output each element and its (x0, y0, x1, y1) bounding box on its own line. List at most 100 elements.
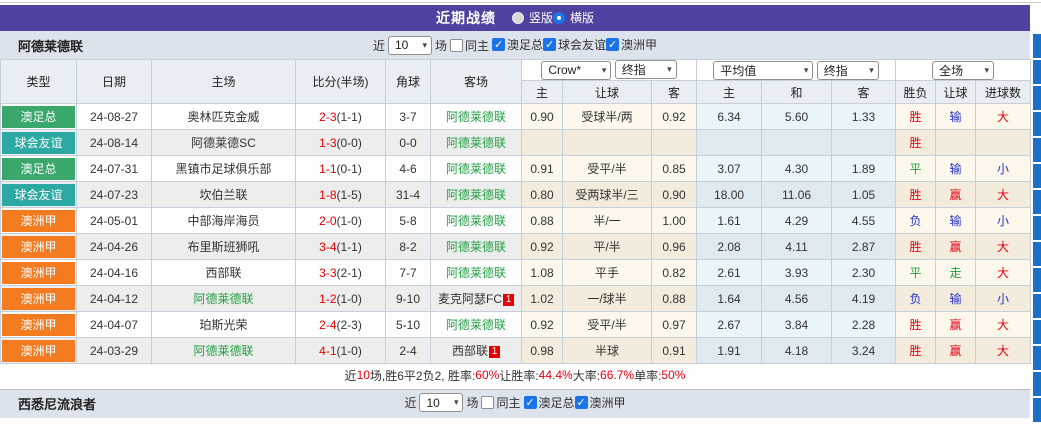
bookmaker-index-select[interactable]: 终指 ▾ (614, 60, 677, 80)
summary-part: 单率: (634, 368, 662, 383)
filter-checkbox-球会友谊[interactable]: 球会友谊 (543, 36, 606, 53)
filter-label: 澳洲甲 (621, 38, 658, 52)
average-select[interactable]: 平均值 ▾ (713, 60, 814, 80)
match-count-select[interactable]: 10 ▾ (387, 35, 432, 55)
col-header-home: 主场 (151, 59, 296, 104)
adjacent-table-cell (1033, 372, 1041, 396)
league-cell: 澳足总 (0, 103, 77, 130)
avg-home-cell: 1.64 (696, 285, 763, 312)
col-header-avg-home: 主 (696, 80, 763, 104)
goals-text: 小 (997, 162, 1010, 176)
radio-icon (553, 11, 565, 24)
handicap-result-text: 输 (949, 110, 962, 124)
league-tag: 澳洲甲 (2, 235, 75, 258)
home-team-cell[interactable]: 阿德莱德SC (151, 129, 296, 156)
result-text: 胜 (909, 318, 922, 332)
corner-cell: 31-4 (385, 181, 431, 208)
league-tag: 澳足总 (2, 105, 75, 128)
handicap-result-cell (935, 129, 977, 156)
handicap-result-cell: 赢 (935, 311, 977, 338)
adjacent-table-cell (1033, 138, 1041, 162)
league-cell: 澳洲甲 (0, 337, 77, 364)
home-team-cell[interactable]: 布里斯班狮吼 (151, 233, 296, 260)
goals-text: 大 (997, 188, 1010, 202)
fulltime-score: 2-3 (319, 109, 337, 124)
score-cell: 1-2(1-0) (295, 285, 386, 312)
home-team-name: 坎伯兰联 (199, 188, 248, 202)
col-header-handicap-result: 让球 (935, 80, 977, 104)
halftime-score: (1-5) (336, 187, 362, 202)
home-team-cell[interactable]: 奥林匹克金威 (151, 103, 296, 130)
filter-label: 澳足总 (538, 395, 575, 410)
home-team-cell[interactable]: 西部联 (151, 259, 296, 286)
layout-radio-竖版[interactable]: 竖版 (511, 9, 553, 26)
away-team-cell[interactable]: 西部联 1 (430, 337, 522, 364)
home-team-name: 布里斯班狮吼 (187, 240, 260, 254)
away-team-cell[interactable]: 阿德莱德联 (430, 129, 522, 156)
avg-home-cell: 1.61 (696, 207, 763, 234)
handicap-cell: 半/一 (562, 207, 652, 234)
fulltime-score: 3-4 (319, 239, 337, 254)
handicap-result-cell: 赢 (935, 233, 977, 260)
adjacent-table-cell (1033, 60, 1041, 84)
away-team-name: 西部联 (451, 344, 488, 358)
col-header-handicap: 让球 (562, 80, 652, 104)
away-team-cell[interactable]: 阿德莱德联 (430, 311, 522, 338)
result-text: 胜 (909, 344, 922, 358)
field-label: 场 (434, 38, 447, 53)
summary-part: 近 (344, 368, 357, 383)
avg-draw-cell: 11.06 (761, 181, 833, 208)
adjacent-table-cell (1033, 190, 1041, 214)
away-team-cell[interactable]: 阿德莱德联 (430, 233, 522, 260)
bookmaker-select[interactable]: Crow* ▾ (541, 60, 612, 80)
fulltime-score: 2-0 (319, 213, 337, 228)
filter-checkbox-澳洲甲[interactable]: 澳洲甲 (606, 36, 657, 53)
away-team-cell[interactable]: 麦克阿瑟FC 1 (430, 285, 522, 312)
avg-away-cell: 2.87 (831, 233, 897, 260)
same-home-checkbox[interactable]: 同主 (449, 37, 489, 54)
home-team-cell[interactable]: 中部海岸海员 (151, 207, 296, 234)
corner-cell: 4-6 (385, 155, 431, 182)
home-team-cell[interactable]: 阿德莱德联 (151, 285, 296, 312)
adjacent-table-cell (1033, 346, 1041, 370)
average-index-select[interactable]: 终指 ▾ (816, 60, 879, 80)
scope-select[interactable]: 全场 ▾ (932, 60, 995, 80)
league-cell: 澳洲甲 (0, 233, 77, 260)
odds-away-cell: 0.88 (650, 285, 698, 312)
handicap-result-cell: 走 (935, 259, 977, 286)
chevron-down-icon: ▾ (601, 64, 607, 75)
next-match-count-select[interactable]: 10 ▾ (419, 393, 464, 412)
result-cell: 平 (895, 155, 937, 182)
avg-home-cell: 2.67 (696, 311, 763, 338)
near-label: 近 (372, 38, 385, 53)
filter-checkbox-澳足总[interactable]: 澳足总 (523, 394, 575, 411)
filter-label: 球会友谊 (558, 38, 607, 52)
corner-cell: 5-8 (385, 207, 431, 234)
odds-away-cell (650, 129, 698, 156)
layout-radio-横版[interactable]: 横版 (553, 9, 594, 26)
next-same-home-checkbox[interactable]: 同主 (481, 394, 521, 411)
radio-label: 横版 (570, 11, 595, 26)
away-team-cell[interactable]: 阿德莱德联 (430, 155, 522, 182)
goals-cell: 大 (975, 103, 1032, 130)
home-team-cell[interactable]: 珀斯光荣 (151, 311, 296, 338)
avg-away-cell: 3.24 (831, 337, 897, 364)
goals-text: 小 (997, 214, 1010, 228)
table-body: 澳足总 24-08-27 奥林匹克金威 2-3(1-1) 3-7 阿德莱德联 0.90 受球半… (0, 103, 1032, 364)
filter-checkbox-澳洲甲[interactable]: 澳洲甲 (574, 394, 626, 411)
filter-checkbox-澳足总[interactable]: 澳足总 (492, 36, 543, 53)
goals-cell: 大 (975, 181, 1032, 208)
away-team-cell[interactable]: 阿德莱德联 (430, 207, 522, 234)
adjacent-table-cell (1033, 86, 1041, 110)
away-team-cell[interactable]: 阿德莱德联 (430, 259, 522, 286)
league-tag: 澳洲甲 (2, 261, 75, 284)
away-team-cell[interactable]: 阿德莱德联 (430, 181, 522, 208)
home-team-cell[interactable]: 坎伯兰联 (151, 181, 296, 208)
goals-text: 大 (997, 318, 1010, 332)
home-team-name: 阿德莱德联 (193, 344, 254, 358)
home-team-cell[interactable]: 阿德莱德联 (151, 337, 296, 364)
result-cell: 平 (895, 259, 937, 286)
away-team-cell[interactable]: 阿德莱德联 (430, 103, 522, 130)
home-team-cell[interactable]: 黑镇市足球俱乐部 (151, 155, 296, 182)
odds-home-cell: 0.98 (521, 337, 563, 364)
